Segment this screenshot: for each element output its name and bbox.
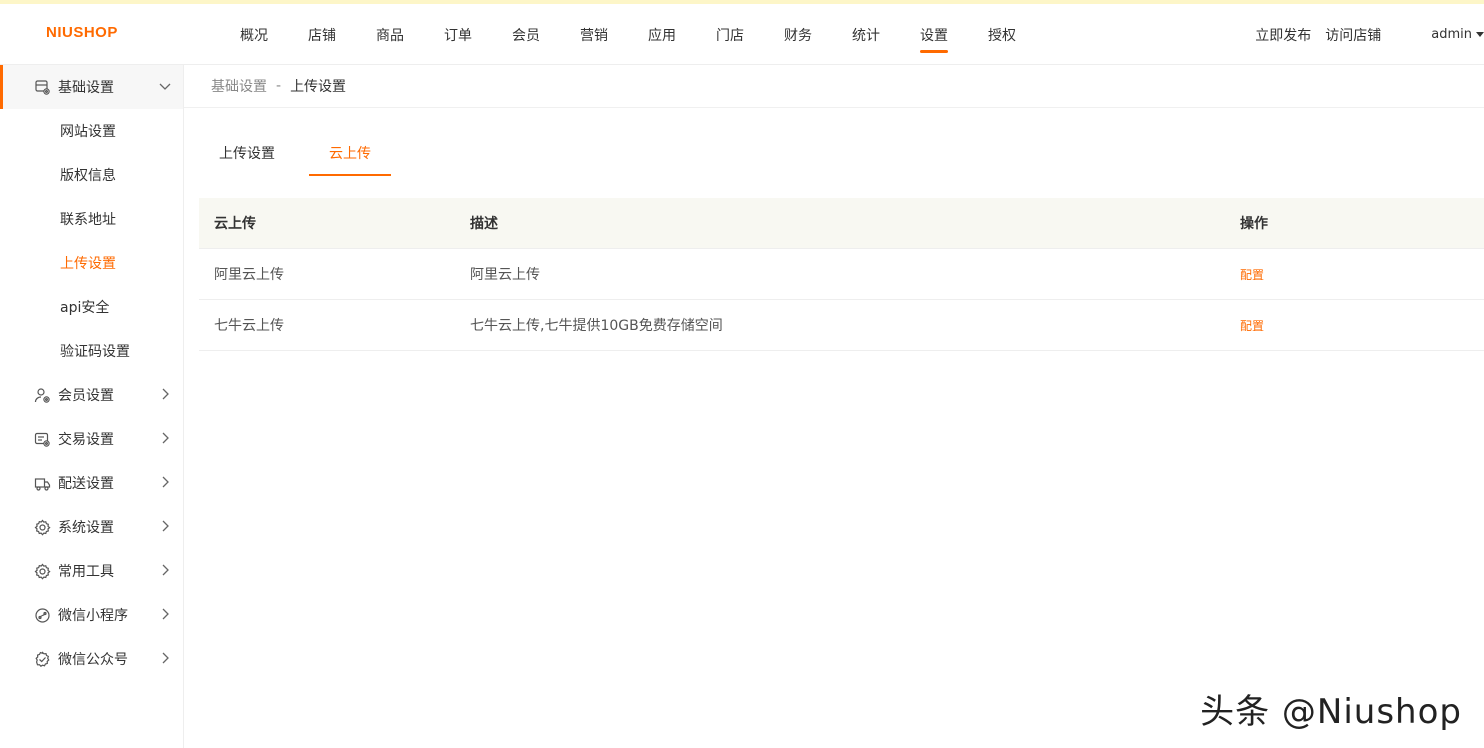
sidebar-group-label: 配送设置 [58,476,114,492]
watermark-text: 头条 @Niushop [1200,692,1462,732]
chevron-right-icon [162,476,169,488]
sidebar: 基础设置 网站设置 版权信息 联系地址 上传设置 api安全 验证码设置 会员设… [0,65,184,748]
sidebar-group-wechat-official-account[interactable]: 微信公众号 [0,637,183,681]
breadcrumb-current: 上传设置 [290,79,347,95]
trade-settings-icon [33,430,51,448]
nav-item-members[interactable]: 会员 [492,4,560,65]
sidebar-item-upload-settings[interactable]: 上传设置 [0,241,183,285]
row-description: 七牛云上传,七牛提供10GB免费存储空间 [470,318,723,334]
sidebar-group-member-settings[interactable]: 会员设置 [0,373,183,417]
caret-down-icon [1476,32,1484,37]
chevron-right-icon [162,432,169,444]
configure-link[interactable]: 配置 [1240,268,1264,282]
nav-item-shop[interactable]: 店铺 [288,4,356,65]
sidebar-group-label: 微信公众号 [58,652,128,668]
nav-item-marketing[interactable]: 营销 [560,4,628,65]
sidebar-item-contact-address[interactable]: 联系地址 [0,197,183,241]
member-settings-icon [33,386,51,404]
table-row: 阿里云上传 阿里云上传 配置 [199,249,1484,300]
chevron-right-icon [162,608,169,620]
chevron-down-icon [159,83,171,90]
nav-item-authorization[interactable]: 授权 [968,4,1036,65]
delivery-settings-icon [33,474,51,492]
breadcrumb: 基础设置 - 上传设置 [184,65,1484,108]
sidebar-item-copyright[interactable]: 版权信息 [0,153,183,197]
nav-item-finance[interactable]: 财务 [764,4,832,65]
column-header-actions: 操作 [1240,216,1268,232]
top-header: NIUSHOP 概况 店铺 商品 订单 会员 营销 应用 门店 财务 统计 设置… [0,4,1484,65]
system-settings-icon [33,518,51,536]
sidebar-group-label: 会员设置 [58,388,114,404]
cloud-upload-table: 云上传 描述 操作 阿里云上传 阿里云上传 配置 七牛云上传 七牛云上传,七牛提… [199,198,1484,351]
nav-item-stats[interactable]: 统计 [832,4,900,65]
tools-icon [33,562,51,580]
tab-upload-settings[interactable]: 上传设置 [199,130,295,176]
sidebar-item-website-settings[interactable]: 网站设置 [0,109,183,153]
sidebar-group-wechat-mini-program[interactable]: 微信小程序 [0,593,183,637]
sidebar-group-label: 系统设置 [58,520,114,536]
breadcrumb-parent[interactable]: 基础设置 [211,76,267,96]
user-menu[interactable]: admin [1431,27,1484,42]
chevron-right-icon [162,652,169,664]
official-account-icon [33,650,51,668]
top-nav: 概况 店铺 商品 订单 会员 营销 应用 门店 财务 统计 设置 授权 [220,4,1036,65]
sidebar-group-basic-settings[interactable]: 基础设置 [0,65,183,109]
sidebar-item-api-security[interactable]: api安全 [0,285,183,329]
table-header: 云上传 描述 操作 [199,198,1484,249]
chevron-right-icon [162,520,169,532]
breadcrumb-separator: - [276,78,282,94]
row-name: 七牛云上传 [214,318,284,334]
configure-link[interactable]: 配置 [1240,319,1264,333]
sidebar-group-delivery-settings[interactable]: 配送设置 [0,461,183,505]
column-header-description: 描述 [470,216,498,232]
basic-settings-icon [33,78,51,96]
publish-now-link[interactable]: 立即发布 [1255,25,1311,45]
sidebar-group-label: 常用工具 [58,564,114,580]
chevron-right-icon [162,388,169,400]
visit-store-link[interactable]: 访问店铺 [1325,25,1381,45]
nav-item-stores[interactable]: 门店 [696,4,764,65]
row-name: 阿里云上传 [214,267,284,283]
nav-item-orders[interactable]: 订单 [424,4,492,65]
tab-bar: 上传设置 云上传 [199,130,405,176]
nav-item-goods[interactable]: 商品 [356,4,424,65]
brand-logo[interactable]: NIUSHOP [46,24,118,41]
column-header-cloud-upload: 云上传 [214,216,256,232]
row-description: 阿里云上传 [470,267,540,283]
table-row: 七牛云上传 七牛云上传,七牛提供10GB免费存储空间 配置 [199,300,1484,351]
mini-program-icon [33,606,51,624]
tab-cloud-upload[interactable]: 云上传 [309,130,391,176]
sidebar-group-trade-settings[interactable]: 交易设置 [0,417,183,461]
sidebar-group-label: 交易设置 [58,432,114,448]
sidebar-group-label: 基础设置 [58,80,114,96]
nav-item-apps[interactable]: 应用 [628,4,696,65]
nav-item-settings[interactable]: 设置 [900,4,968,65]
header-actions: 立即发布 访问店铺 admin [1241,4,1484,65]
sidebar-group-label: 微信小程序 [58,608,128,624]
chevron-right-icon [162,564,169,576]
user-name: admin [1431,27,1472,42]
sidebar-group-system-settings[interactable]: 系统设置 [0,505,183,549]
sidebar-group-common-tools[interactable]: 常用工具 [0,549,183,593]
nav-item-overview[interactable]: 概况 [220,4,288,65]
sidebar-item-captcha-settings[interactable]: 验证码设置 [0,329,183,373]
